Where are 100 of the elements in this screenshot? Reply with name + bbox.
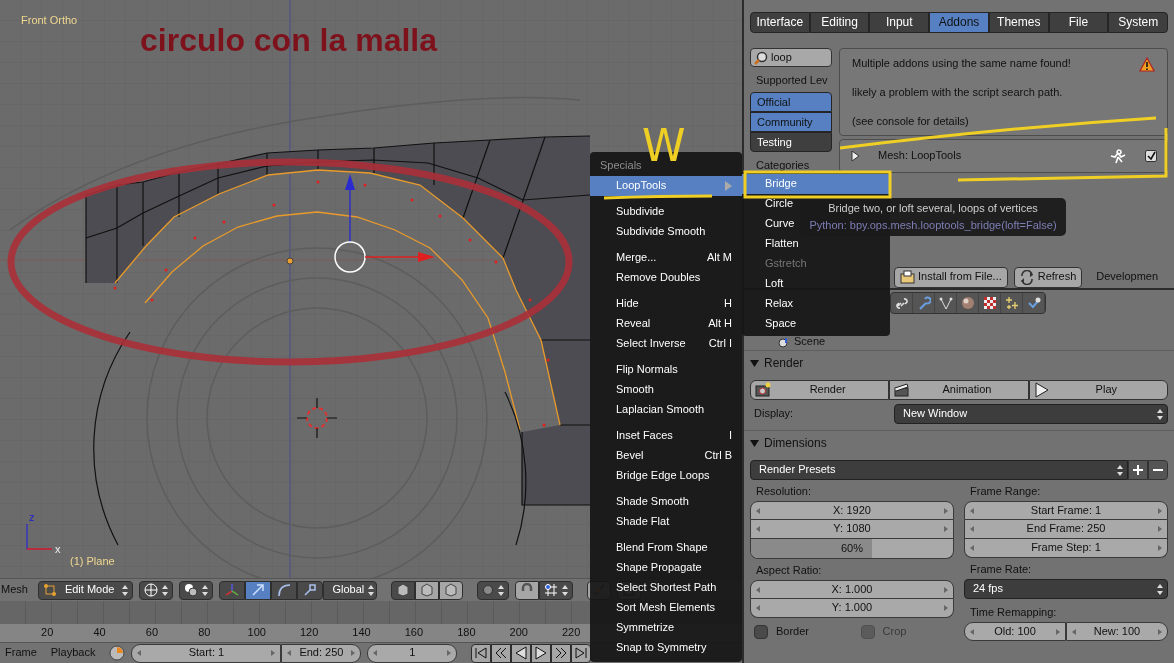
- enable-checkbox[interactable]: [1145, 149, 1157, 162]
- number-field[interactable]: Y: 1.000: [750, 599, 954, 618]
- reverse-play-button[interactable]: [511, 643, 532, 663]
- next-key-button[interactable]: [551, 643, 572, 663]
- panel-title[interactable]: Dimensions: [764, 436, 827, 451]
- menu-label[interactable]: Mesh: [1, 583, 28, 597]
- frame-rate-dropdown[interactable]: 24 fps: [964, 579, 1168, 599]
- add-preset-button[interactable]: [1128, 460, 1148, 480]
- collapse-triangle-icon[interactable]: [750, 359, 759, 368]
- context-tabs[interactable]: [890, 292, 1046, 314]
- expand-triangle-icon[interactable]: [850, 149, 860, 162]
- menu-item[interactable]: Flip Normals: [590, 360, 742, 380]
- updown-arrow-icon: [1157, 583, 1163, 595]
- menu-item[interactable]: Subdivide Smooth: [590, 222, 742, 242]
- percentage-slider[interactable]: 60%: [750, 539, 954, 559]
- menu-item[interactable]: Select Inverse Ctrl I: [590, 334, 742, 354]
- tooltip-python-text: Python: bpy.ops.mesh.looptools_bridge(loft=False): [809, 218, 1057, 232]
- menu-item[interactable]: Flatten: [742, 234, 890, 254]
- search-field[interactable]: loop: [750, 48, 832, 67]
- proportional-dropdown[interactable]: [477, 580, 510, 600]
- render-button[interactable]: Render: [750, 380, 890, 400]
- menu-label[interactable]: Playback: [50, 646, 104, 660]
- end-frame-field[interactable]: End: 250: [281, 643, 362, 663]
- field-label: Aspect Ratio:: [755, 562, 823, 577]
- menu-item[interactable]: Blend From Shape: [590, 538, 742, 558]
- number-field[interactable]: Y: 1080: [750, 520, 954, 539]
- manipulator-button[interactable]: [245, 580, 272, 600]
- menu-label[interactable]: Developmen: [1096, 270, 1159, 284]
- snap-button[interactable]: [515, 580, 540, 600]
- snap-target-dropdown[interactable]: [539, 580, 574, 600]
- menu-item[interactable]: Bridge Edge Loops: [590, 466, 742, 486]
- menu-item[interactable]: Subdivide: [590, 202, 742, 222]
- tab[interactable]: Themes: [988, 12, 1049, 33]
- number-field[interactable]: Frame Step: 1: [964, 539, 1168, 558]
- frame-number: 80: [197, 626, 212, 640]
- tab[interactable]: Addons: [929, 12, 989, 33]
- menu-item[interactable]: Remove Doubles: [590, 268, 742, 288]
- play-button[interactable]: [531, 643, 552, 663]
- menu-item[interactable]: LoopTools: [590, 176, 742, 196]
- support-level-toggle[interactable]: Official: [750, 92, 832, 113]
- next-key-icon: [554, 646, 569, 660]
- tab[interactable]: File: [1048, 12, 1109, 33]
- menu-item[interactable]: Shape Propagate: [590, 558, 742, 578]
- presets-dropdown[interactable]: Render Presets: [750, 460, 1128, 480]
- number-field[interactable]: Old: 100: [964, 622, 1066, 641]
- tab[interactable]: Input: [869, 12, 930, 33]
- menu-item[interactable]: Hide H: [590, 294, 742, 314]
- menu-item[interactable]: Merge... Alt M: [590, 248, 742, 268]
- remove-preset-button[interactable]: [1148, 460, 1168, 480]
- number-field[interactable]: X: 1.000: [750, 580, 954, 599]
- select-mode-button[interactable]: [391, 580, 416, 600]
- menu-item[interactable]: Laplacian Smooth: [590, 400, 742, 420]
- menu-item[interactable]: Relax: [742, 294, 890, 314]
- select-mode-button[interactable]: [415, 580, 440, 600]
- support-level-toggle[interactable]: Community: [750, 112, 832, 133]
- menu-item[interactable]: Bridge: [742, 174, 890, 194]
- manipulator-drawing[interactable]: [334, 174, 435, 273]
- menu-item[interactable]: Space: [742, 314, 890, 334]
- jump-start-button[interactable]: [471, 643, 492, 663]
- menu-item[interactable]: Sort Mesh Elements: [590, 598, 742, 618]
- jump-end-button[interactable]: [571, 643, 592, 663]
- menu-item[interactable]: Shade Flat: [590, 512, 742, 532]
- menu-item[interactable]: Select Shortest Path: [590, 578, 742, 598]
- number-field[interactable]: New: 100: [1066, 622, 1168, 641]
- mode-dropdown[interactable]: Edit Mode: [37, 580, 134, 600]
- refresh-button[interactable]: Refresh: [1013, 266, 1083, 288]
- pivot-dropdown[interactable]: [179, 580, 214, 600]
- support-level-toggle[interactable]: Testing: [750, 132, 832, 153]
- menu-item[interactable]: Inset Faces I: [590, 426, 742, 446]
- tab[interactable]: Interface: [750, 12, 810, 33]
- menu-item[interactable]: Symmetrize: [590, 618, 742, 638]
- menu-label[interactable]: Frame: [5, 646, 45, 660]
- number-field[interactable]: X: 1920: [750, 501, 954, 520]
- play-button[interactable]: Play: [1028, 380, 1168, 400]
- display-dropdown[interactable]: New Window: [894, 404, 1168, 424]
- menu-item[interactable]: Snap to Symmetry: [590, 638, 742, 658]
- menu-item[interactable]: Bevel Ctrl B: [590, 446, 742, 466]
- addon-name: Mesh: LoopTools: [878, 148, 963, 163]
- collapse-triangle-icon[interactable]: [750, 439, 759, 448]
- tab[interactable]: Editing: [809, 12, 870, 33]
- manipulator-button[interactable]: [271, 580, 298, 600]
- checkbox[interactable]: [754, 625, 768, 639]
- shading-dropdown[interactable]: [139, 580, 174, 600]
- tab[interactable]: System: [1108, 12, 1169, 33]
- orientation-dropdown[interactable]: Global: [323, 580, 378, 600]
- manipulator-button[interactable]: [297, 580, 324, 600]
- menu-item[interactable]: Loft: [742, 274, 890, 294]
- number-field[interactable]: End Frame: 250: [964, 520, 1168, 539]
- animation-button[interactable]: Animation: [889, 380, 1029, 400]
- panel-title[interactable]: Render: [764, 356, 804, 371]
- menu-item[interactable]: Reveal Alt H: [590, 314, 742, 334]
- install-button[interactable]: Install from File...: [894, 266, 1008, 288]
- previous-key-button[interactable]: [491, 643, 512, 663]
- number-field[interactable]: Start Frame: 1: [964, 501, 1168, 520]
- menu-item[interactable]: Smooth: [590, 380, 742, 400]
- select-mode-button[interactable]: [439, 580, 464, 600]
- start-frame-field[interactable]: Start: 1: [131, 643, 282, 663]
- menu-item[interactable]: Shade Smooth: [590, 492, 742, 512]
- cube-icon: [444, 583, 459, 597]
- current-frame-field[interactable]: 1: [367, 643, 458, 663]
